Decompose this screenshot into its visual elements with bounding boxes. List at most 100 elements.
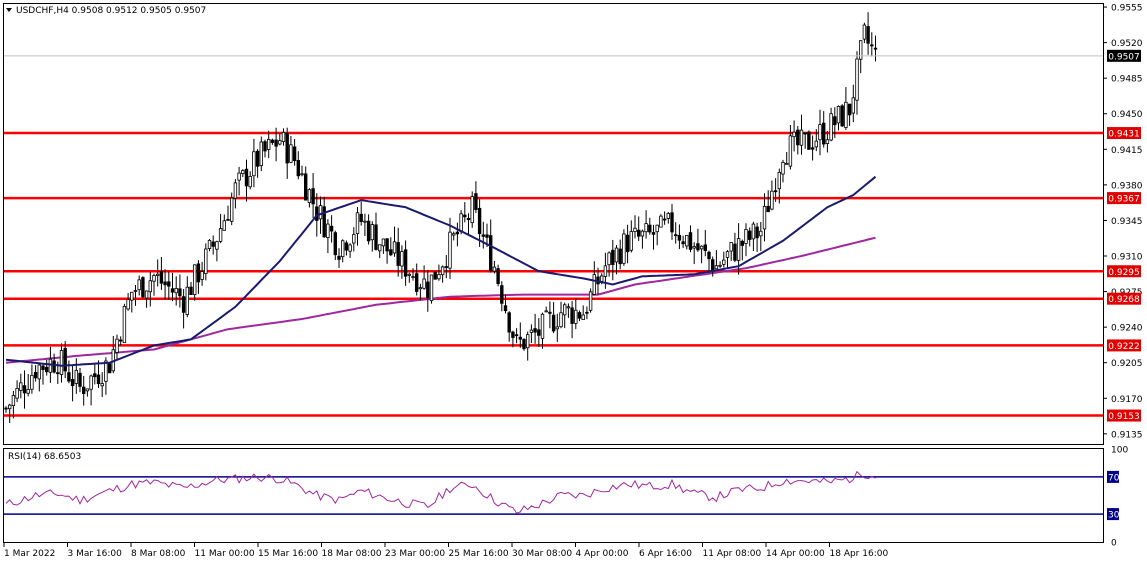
candle-body [762,205,767,230]
candle-body [414,273,419,292]
candle-body [618,248,622,265]
candle-body [670,212,674,233]
candle-body [444,266,448,268]
candle-body [840,105,844,127]
candle-body [629,231,633,251]
candle-body [581,314,585,321]
candle-body [15,387,19,399]
candle-body [551,314,556,332]
candle-body [792,131,796,138]
candle-body [703,244,707,251]
candle-body [725,251,730,258]
level-label: 0.9268 [1108,295,1140,305]
candle-body [126,299,130,310]
time-tick-label: 23 Mar 00:00 [385,549,445,559]
candle-body [244,168,249,187]
candle-body [696,243,700,251]
time-tick-label: 30 Mar 08:00 [512,549,572,559]
rsi-tick-label: 70 [1108,473,1120,483]
candle-body [729,242,733,252]
candle-body [644,223,648,233]
candle-body [45,366,49,373]
candle-body [78,372,82,387]
main-pane-frame [3,3,1104,445]
candle-body [237,172,241,181]
candle-body [359,213,363,222]
candle-body [822,122,826,145]
candle-body [662,218,667,221]
candle-body [429,274,434,302]
candle-body [714,265,719,270]
candle-body [448,231,452,269]
candle-body [614,247,619,263]
candle-body [56,372,60,375]
price-tick-label: 0.9415 [1111,146,1143,156]
candle-body [651,232,656,235]
candle-body [470,196,474,224]
level-labels: 0.9431 0.9367 0.9295 0.9268 0.9222 0.9153 [1107,127,1141,422]
candle-body [204,248,208,274]
candle-body [329,225,334,232]
candle-body [503,305,508,312]
chart-canvas: 0.9555 0.9520 0.9485 0.9450 0.9415 0.9380 0.93… [3,3,1143,559]
candle-body [48,358,53,373]
candle-body [622,233,626,264]
candle-body [433,271,437,280]
candle-body [74,369,78,384]
candle-body [93,373,97,378]
candle-body [322,206,326,238]
candle-body [463,214,467,218]
candle-body [640,230,645,237]
candle-body [855,58,859,101]
time-tick-label: 15 Mar 16:00 [258,549,318,559]
time-tick-label: 3 Mar 16:00 [68,549,123,559]
candle-body [278,140,282,145]
candle-body [507,312,511,333]
candle-body [585,311,589,314]
candle-body [744,229,748,244]
candle-body [781,161,785,175]
time-tick-label: 14 Apr 00:00 [766,549,825,559]
candle-body [518,336,522,340]
candle-body [270,139,275,143]
candle-body [833,116,837,126]
candle-body [141,277,145,298]
candle-body [866,26,870,44]
candle-body [785,162,789,165]
candle-body [200,271,204,280]
candle-body [426,281,430,299]
candle-body [30,374,34,390]
time-tick-label: 1 Mar 2022 [4,549,55,559]
candle-body [292,146,297,162]
candle-body [59,350,64,375]
candle-body [337,255,341,260]
candle-body [377,244,382,252]
time-tick-label: 11 Mar 00:00 [195,549,255,559]
candle-body [104,360,108,382]
candle-body [563,304,567,316]
candle-body [266,138,271,150]
candle-body [85,388,90,392]
time-tick-label: 4 Apr 00:00 [576,549,629,559]
level-label: 0.9367 [1108,195,1140,205]
candle-body [666,213,670,219]
candle-body [411,276,415,278]
candle-body [607,252,611,266]
candle-body [440,266,445,276]
candle-body [333,232,337,256]
candle-body [655,224,659,233]
candle-body [274,139,278,147]
candle-body [52,360,56,373]
candle-body [389,249,393,256]
price-tick-label: 0.9485 [1111,75,1143,85]
candle-body [570,307,574,324]
candle-body [215,241,219,250]
candle-body [89,375,93,390]
candle-body [385,238,389,252]
candle-body [181,296,186,313]
candle-body [770,190,774,210]
rsi-tick-label: 0 [1111,539,1117,549]
candle-body [19,382,23,391]
candle-body [844,101,848,128]
candle-body [692,246,696,249]
